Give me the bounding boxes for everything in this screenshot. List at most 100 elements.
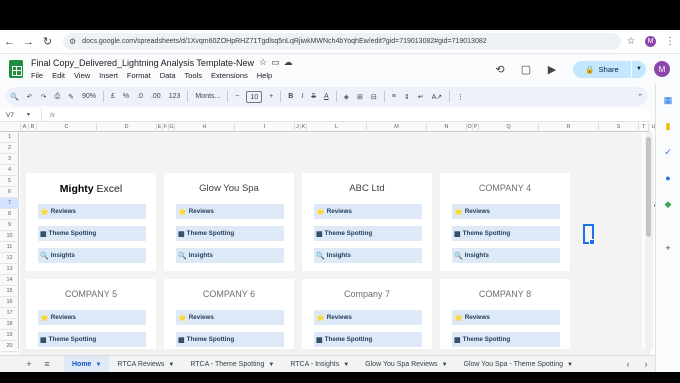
row-header[interactable]: 10 bbox=[0, 231, 19, 242]
row-header[interactable]: 15 bbox=[0, 286, 19, 297]
increase-decimal[interactable]: .00 bbox=[147, 93, 165, 100]
bold-icon[interactable]: B bbox=[284, 93, 297, 100]
undo-icon[interactable]: ↶ bbox=[23, 93, 37, 101]
column-header[interactable]: D bbox=[96, 123, 156, 132]
insights-button[interactable]: 🔍 Insights bbox=[38, 248, 146, 263]
row-header[interactable]: 4 bbox=[0, 165, 19, 176]
column-header[interactable]: C bbox=[36, 123, 96, 132]
fill-color-icon[interactable]: ◈ bbox=[340, 93, 353, 101]
cloud-status-icon[interactable]: ☁ bbox=[284, 57, 297, 67]
site-info-icon[interactable]: ⚙ bbox=[69, 37, 76, 46]
merge-cells-icon[interactable]: ⊟ bbox=[367, 93, 381, 101]
share-button[interactable]: 🔒 Share bbox=[573, 60, 631, 78]
all-sheets-icon[interactable]: ≡ bbox=[38, 359, 56, 369]
redo-icon[interactable]: ↷ bbox=[37, 93, 51, 101]
star-icon[interactable]: ☆ bbox=[259, 57, 271, 67]
theme-button[interactable]: ▦ Theme Spotting bbox=[176, 332, 284, 347]
column-header[interactable]: T bbox=[638, 123, 648, 132]
theme-button[interactable]: ▦ Theme Spotting bbox=[314, 226, 422, 241]
strikethrough-icon[interactable]: S bbox=[307, 93, 320, 100]
column-header[interactable]: Q bbox=[478, 123, 538, 132]
move-folder-icon[interactable]: ▭ bbox=[271, 57, 284, 67]
column-header[interactable]: H bbox=[174, 123, 234, 132]
font-size-decrease[interactable]: − bbox=[231, 93, 243, 100]
theme-button[interactable]: ▦ Theme Spotting bbox=[38, 332, 146, 347]
row-header[interactable]: 11 bbox=[0, 242, 19, 253]
reviews-button[interactable]: ⭐ Reviews bbox=[452, 204, 560, 219]
scroll-thumb[interactable] bbox=[646, 137, 651, 237]
share-dropdown[interactable]: ▼ bbox=[632, 60, 646, 78]
row-header[interactable]: 18 bbox=[0, 319, 19, 330]
row-header[interactable]: 17 bbox=[0, 308, 19, 319]
row-header[interactable]: 8 bbox=[0, 209, 19, 220]
row-header[interactable]: 12 bbox=[0, 253, 19, 264]
tasks-icon[interactable]: ✓ bbox=[662, 146, 674, 158]
meet-icon[interactable]: ▶ bbox=[539, 63, 565, 76]
italic-icon[interactable]: I bbox=[297, 93, 307, 100]
borders-icon[interactable]: ⊞ bbox=[353, 93, 367, 101]
add-sheet-icon[interactable]: + bbox=[20, 359, 38, 369]
menu-file[interactable]: File bbox=[31, 71, 43, 80]
tabs-scroll-right-icon[interactable]: › bbox=[637, 359, 655, 369]
user-avatar[interactable]: M bbox=[654, 61, 670, 77]
row-header[interactable]: 13 bbox=[0, 264, 19, 275]
column-header[interactable]: S bbox=[598, 123, 638, 132]
version-history-icon[interactable]: ⟲ bbox=[487, 63, 513, 76]
theme-button[interactable]: ▦ Theme Spotting bbox=[452, 332, 560, 347]
browser-menu-icon[interactable]: ⋮ bbox=[660, 36, 680, 47]
column-header[interactable]: L bbox=[306, 123, 366, 132]
text-rotation-icon[interactable]: A↗ bbox=[428, 93, 447, 101]
zoom-select[interactable]: 90% bbox=[78, 93, 100, 100]
theme-button[interactable]: ▦ Theme Spotting bbox=[314, 332, 422, 347]
sheet-tab[interactable]: RTCA - Insights ▼ bbox=[282, 356, 357, 373]
row-header[interactable]: 19 bbox=[0, 330, 19, 341]
row-header[interactable]: 7 bbox=[0, 198, 19, 209]
search-menus-icon[interactable]: 🔍 bbox=[6, 93, 23, 101]
chevron-down-icon[interactable]: ▼ bbox=[567, 362, 573, 368]
add-addon-icon[interactable]: + bbox=[662, 242, 674, 254]
selected-cell[interactable] bbox=[583, 224, 595, 245]
reviews-button[interactable]: ⭐ Reviews bbox=[314, 310, 422, 325]
row-header[interactable]: 1 bbox=[0, 132, 19, 143]
more-icon[interactable]: ⋮ bbox=[453, 93, 468, 101]
sheet-tab[interactable]: RTCA Reviews ▼ bbox=[109, 356, 182, 373]
name-box[interactable]: V7 ▼ bbox=[0, 109, 42, 121]
chevron-down-icon[interactable]: ▼ bbox=[168, 362, 174, 368]
maps-icon[interactable]: ◆ bbox=[662, 198, 674, 210]
sheet-tab[interactable]: RTCA - Theme Spotting ▼ bbox=[182, 356, 282, 373]
menu-view[interactable]: View bbox=[74, 71, 90, 80]
text-color-icon[interactable]: A bbox=[320, 93, 333, 100]
print-icon[interactable]: ⎙ bbox=[50, 93, 64, 101]
reviews-button[interactable]: ⭐ Reviews bbox=[452, 310, 560, 325]
row-header[interactable]: 2 bbox=[0, 143, 19, 154]
sheet-tab[interactable]: Glow You Spa - Theme Spotting ▼ bbox=[456, 356, 581, 373]
tabs-scroll-left-icon[interactable]: ‹ bbox=[619, 359, 637, 369]
keep-icon[interactable]: ▮ bbox=[662, 120, 674, 132]
decrease-decimal[interactable]: .0 bbox=[133, 93, 147, 100]
row-header[interactable]: 6 bbox=[0, 187, 19, 198]
column-header[interactable]: B bbox=[28, 123, 36, 132]
column-header[interactable]: I bbox=[234, 123, 294, 132]
text-wrap-icon[interactable]: ↵ bbox=[414, 93, 428, 101]
reviews-button[interactable]: ⭐ Reviews bbox=[38, 204, 146, 219]
bookmark-star-icon[interactable]: ☆ bbox=[621, 36, 641, 47]
chevron-down-icon[interactable]: ▼ bbox=[343, 362, 349, 368]
insights-button[interactable]: 🔍 Insights bbox=[314, 248, 422, 263]
column-header[interactable]: M bbox=[366, 123, 426, 132]
menu-data[interactable]: Data bbox=[160, 71, 176, 80]
reviews-button[interactable]: ⭐ Reviews bbox=[314, 204, 422, 219]
theme-button[interactable]: ▦ Theme Spotting bbox=[176, 226, 284, 241]
format-currency[interactable]: £ bbox=[107, 93, 119, 100]
vertical-scrollbar[interactable] bbox=[645, 132, 653, 349]
hide-menus-icon[interactable]: ⌃ bbox=[633, 93, 647, 101]
row-header[interactable]: 9 bbox=[0, 220, 19, 231]
align-horizontal-icon[interactable]: ≡ bbox=[388, 93, 400, 100]
theme-button[interactable]: ▦ Theme Spotting bbox=[38, 226, 146, 241]
align-vertical-icon[interactable]: ⇕ bbox=[400, 93, 414, 101]
chevron-down-icon[interactable]: ▼ bbox=[442, 362, 448, 368]
document-title[interactable]: Final Copy_Delivered_Lightning Analysis … bbox=[31, 58, 254, 68]
url-field[interactable]: ⚙ docs.google.com/spreadsheets/d/1Xvqm60Z… bbox=[63, 33, 621, 50]
chevron-down-icon[interactable]: ▼ bbox=[268, 362, 274, 368]
chevron-down-icon[interactable]: ▼ bbox=[95, 362, 101, 368]
row-header[interactable]: 3 bbox=[0, 154, 19, 165]
